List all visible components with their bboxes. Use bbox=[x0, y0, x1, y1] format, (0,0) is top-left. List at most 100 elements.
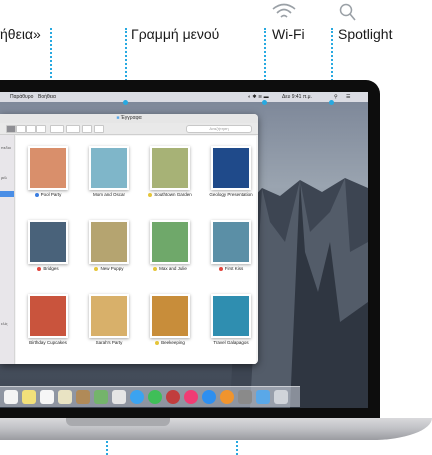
file-item[interactable]: Travel Galapagos bbox=[203, 290, 258, 362]
share-button[interactable] bbox=[82, 125, 92, 133]
app-store-app-icon[interactable] bbox=[202, 390, 216, 404]
column-view-button[interactable] bbox=[26, 125, 36, 133]
folder-icon: ■ bbox=[116, 115, 120, 121]
menubar-status-icons: ◐ ✱ ≋ ▬ bbox=[248, 94, 269, 100]
file-item[interactable]: Birthday Cupcakes bbox=[20, 290, 80, 362]
file-label: First Kiss bbox=[203, 266, 258, 271]
wifi-icon bbox=[272, 3, 296, 18]
calendar-app-icon[interactable] bbox=[4, 390, 18, 404]
ibooks-app-icon[interactable] bbox=[220, 390, 234, 404]
file-thumbnail bbox=[150, 146, 190, 190]
notes-app-icon[interactable] bbox=[22, 390, 36, 404]
file-item[interactable]: Beekeeping bbox=[142, 290, 202, 362]
reminders-app-icon[interactable] bbox=[40, 390, 54, 404]
photos-app-icon[interactable] bbox=[112, 390, 126, 404]
tags-button[interactable] bbox=[94, 125, 104, 133]
messages-app-icon[interactable] bbox=[130, 390, 144, 404]
tag-dot-icon bbox=[148, 192, 153, 197]
file-thumbnail bbox=[211, 220, 251, 264]
file-label: New Puppy bbox=[81, 266, 137, 271]
menu-item-window[interactable]: Παράθυρο bbox=[10, 94, 33, 100]
spotlight-callout-dot bbox=[329, 100, 334, 105]
file-thumbnail bbox=[211, 146, 251, 190]
file-thumbnail bbox=[150, 294, 190, 338]
maps-app-icon[interactable] bbox=[94, 390, 108, 404]
file-label: Max and Julie bbox=[142, 266, 198, 271]
file-name: Geology Presentation bbox=[209, 192, 253, 197]
file-item[interactable]: Max and Julie bbox=[142, 216, 202, 288]
laptop-base-notch bbox=[66, 418, 170, 426]
system-preferences-app-icon[interactable] bbox=[238, 390, 252, 404]
dock bbox=[0, 386, 300, 407]
notification-center-icon[interactable]: ☰ bbox=[346, 94, 350, 100]
file-item[interactable]: First Kiss bbox=[203, 216, 258, 288]
file-item[interactable]: Sarah's Party bbox=[81, 290, 141, 362]
menu-item-help[interactable]: Βοήθεια bbox=[38, 94, 56, 100]
downloads-folder-icon[interactable] bbox=[256, 390, 270, 404]
arrange-button[interactable] bbox=[50, 125, 64, 133]
sidebar-item[interactable]: πεδιο bbox=[1, 145, 11, 150]
finder-toolbar: Αναζήτηση bbox=[0, 123, 258, 135]
icon-view-button[interactable] bbox=[6, 125, 16, 133]
photo-booth-app-icon[interactable] bbox=[166, 390, 180, 404]
finder-title: Έγγραφα bbox=[120, 115, 142, 121]
list-view-button[interactable] bbox=[16, 125, 26, 133]
file-item[interactable]: Mom and Oscar bbox=[81, 142, 141, 214]
file-label: Bridges bbox=[20, 266, 76, 271]
file-name: Beekeeping bbox=[161, 340, 185, 345]
file-name: Max and Julie bbox=[159, 266, 187, 271]
file-item[interactable]: Pool Party bbox=[20, 142, 80, 214]
facetime-app-icon[interactable] bbox=[148, 390, 162, 404]
wifi-callout-dot bbox=[262, 100, 267, 105]
file-item[interactable]: Geology Presentation bbox=[203, 142, 258, 214]
file-name: Mom and Oscar bbox=[92, 192, 125, 197]
menubar-clock: Δευ 9:41 π.μ. bbox=[282, 94, 312, 100]
file-label: Beekeeping bbox=[142, 340, 198, 345]
file-thumbnail bbox=[150, 220, 190, 264]
menu-bar-callout-dot bbox=[123, 100, 128, 105]
file-name: New Puppy bbox=[100, 266, 124, 271]
cover-flow-button[interactable] bbox=[36, 125, 46, 133]
spotlight-menubar-icon[interactable]: ⚲ bbox=[334, 94, 338, 100]
file-thumbnail bbox=[89, 146, 129, 190]
finder-search-field[interactable]: Αναζήτηση bbox=[186, 125, 252, 133]
file-name: Birthday Cupcakes bbox=[29, 340, 67, 345]
notes-app-2-icon[interactable] bbox=[58, 390, 72, 404]
sidebar-selected-item[interactable] bbox=[0, 191, 14, 197]
wifi-callout-label: Wi-Fi bbox=[272, 26, 305, 42]
tag-dot-icon bbox=[37, 266, 42, 271]
file-name: Bridges bbox=[43, 266, 59, 271]
tag-dot-icon bbox=[155, 340, 160, 345]
spotlight-callout-label: Spotlight bbox=[338, 26, 393, 42]
file-item[interactable]: Southtown Garden bbox=[142, 142, 202, 214]
file-name: First Kiss bbox=[224, 266, 244, 271]
file-label: Sarah's Party bbox=[81, 340, 137, 345]
file-name: Travel Galapagos bbox=[213, 340, 249, 345]
file-label: Southtown Garden bbox=[142, 192, 198, 197]
file-item[interactable]: Bridges bbox=[20, 216, 80, 288]
tag-dot-icon bbox=[94, 266, 99, 271]
itunes-app-icon[interactable] bbox=[184, 390, 198, 404]
file-label: Mom and Oscar bbox=[81, 192, 137, 197]
action-gear-button[interactable] bbox=[66, 125, 80, 133]
file-name: Southtown Garden bbox=[154, 192, 192, 197]
file-thumbnail bbox=[28, 294, 68, 338]
file-label: Geology Presentation bbox=[203, 192, 258, 197]
magnifier-icon bbox=[339, 3, 356, 21]
trash-icon[interactable] bbox=[274, 390, 288, 404]
sidebar-item[interactable]: ρέλ bbox=[1, 175, 7, 180]
file-thumbnail bbox=[89, 294, 129, 338]
file-name: Pool Party bbox=[40, 192, 62, 197]
finder-content: Pool Party Mom and Oscar Southtown Garden G… bbox=[16, 136, 256, 364]
contacts-app-icon[interactable] bbox=[76, 390, 90, 404]
laptop-base bbox=[0, 418, 432, 440]
file-label: Travel Galapagos bbox=[203, 340, 258, 345]
help-callout-label: ήθεια» bbox=[0, 26, 41, 42]
file-thumbnail bbox=[89, 220, 129, 264]
sidebar-item[interactable]: ελίς bbox=[1, 321, 8, 326]
tag-dot-icon bbox=[34, 192, 39, 197]
file-item[interactable]: New Puppy bbox=[81, 216, 141, 288]
tag-dot-icon bbox=[218, 266, 223, 271]
file-label: Birthday Cupcakes bbox=[20, 340, 76, 345]
tag-dot-icon bbox=[153, 266, 158, 271]
